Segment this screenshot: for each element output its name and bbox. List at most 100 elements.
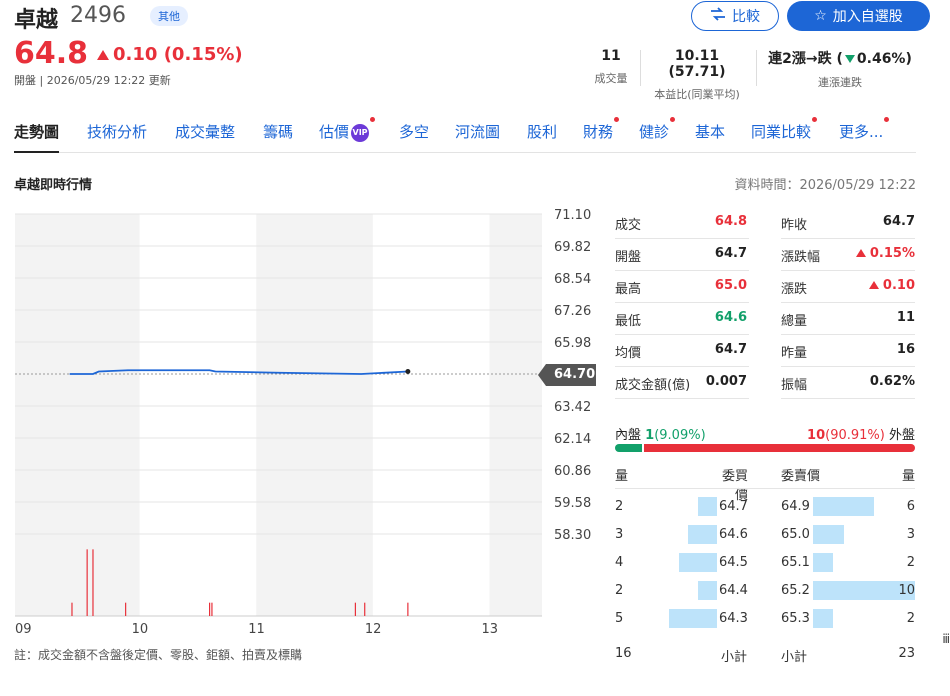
row-divider xyxy=(781,398,915,399)
up-arrow-icon xyxy=(97,50,109,60)
quote-row: 均價 64.7 昨量 16 xyxy=(615,335,915,367)
quote-value: 64.6 xyxy=(714,310,747,325)
tab-peer-compare[interactable]: 同業比較 xyxy=(751,117,818,153)
y-tick-label: 67.26 xyxy=(554,304,591,319)
ask-qty: 3 xyxy=(906,527,915,542)
quote-row: 成交金額(億) 0.007 振幅 0.62% xyxy=(615,367,915,399)
chart-background-band xyxy=(139,214,257,616)
ask-total-label: 小計 xyxy=(781,650,808,665)
quote-row: 最高 65.0 漲跌 0.10 xyxy=(615,271,915,303)
quote-label: 漲跌幅 xyxy=(781,250,821,265)
quote-value: 0.007 xyxy=(705,374,747,389)
tab-long-short[interactable]: 多空 xyxy=(399,121,429,153)
y-tick-label: 71.10 xyxy=(554,208,591,223)
up-arrow-icon xyxy=(855,249,866,257)
tab-valuation[interactable]: 估價 VIP xyxy=(319,117,376,153)
quote-label: 振幅 xyxy=(781,378,808,393)
divider xyxy=(756,50,757,86)
y-tick-label: 59.58 xyxy=(554,496,591,511)
quote-value: 64.8 xyxy=(714,214,747,229)
notification-dot xyxy=(614,117,620,122)
add-watchlist-button[interactable]: ☆ 加入自選股 xyxy=(787,1,930,31)
inner-label: 內盤 xyxy=(615,428,642,443)
notification-dot xyxy=(670,117,676,122)
tab-trend[interactable]: 走勢圖 xyxy=(14,121,60,153)
tab-chips[interactable]: 籌碼 xyxy=(263,121,293,153)
bid-volume-bar xyxy=(697,497,717,516)
ask-price: 65.1 xyxy=(781,555,810,570)
pe-stat: 10.11 (57.71) 本益比(同業平均) xyxy=(644,48,750,102)
chart-background-band xyxy=(15,214,140,616)
quote-label: 成交 xyxy=(615,218,642,233)
stock-code: 2496 xyxy=(70,3,126,28)
quote-value: 65.0 xyxy=(714,278,747,293)
volume-stat: 11 成交量 xyxy=(588,48,634,86)
pe-value: 10.11 (57.71) xyxy=(668,48,726,80)
quote-label: 最高 xyxy=(615,282,642,297)
tab-diagnosis[interactable]: 健診 xyxy=(639,117,676,153)
bid-price: 64.6 xyxy=(719,527,748,542)
y-tick-label: 62.14 xyxy=(554,432,591,447)
quote-value: 64.7 xyxy=(882,214,915,229)
inner-value: 1 xyxy=(645,428,655,443)
tab-technical[interactable]: 技術分析 xyxy=(87,121,147,153)
bid-volume-bar xyxy=(669,609,717,628)
ask-volume-bar xyxy=(813,609,834,628)
header-divider xyxy=(615,488,915,489)
tab-transactions[interactable]: 成交彙整 xyxy=(175,121,235,153)
ask-volume-bar xyxy=(813,497,875,516)
tab-basic[interactable]: 基本 xyxy=(695,121,725,153)
ask-price: 64.9 xyxy=(781,499,810,514)
change-value: 0.10 xyxy=(113,44,158,65)
y-tick-label: 68.54 xyxy=(554,272,591,287)
down-arrow-icon xyxy=(844,55,855,63)
ask-qty: 6 xyxy=(906,499,915,514)
quote-value: 11 xyxy=(896,310,915,325)
chart-background-band xyxy=(256,214,373,616)
quote-value: 0.62% xyxy=(869,374,915,389)
ask-price: 65.3 xyxy=(781,611,810,626)
market-status: 開盤 | 2026/05/29 12:22 更新 xyxy=(14,74,171,87)
ask-total: 23 xyxy=(898,646,915,661)
bid-volume-bar xyxy=(678,553,717,572)
stock-name: 卓越 xyxy=(14,8,59,33)
footnote: 註：成交金額不含盤後定價、零股、鉅額、拍賣及標購 xyxy=(14,648,303,662)
volume-label: 成交量 xyxy=(594,72,628,85)
quote-label: 最低 xyxy=(615,314,642,329)
tab-dividend[interactable]: 股利 xyxy=(527,121,557,153)
notification-dot xyxy=(812,117,818,122)
ask-qty: 10 xyxy=(898,583,915,598)
ask-volume-bar xyxy=(813,553,834,572)
outer-volume: 10(90.91%) 外盤 xyxy=(807,424,915,443)
compare-button[interactable]: 比較 xyxy=(691,1,779,31)
outer-label: 外盤 xyxy=(888,428,915,443)
quote-value: 0.15% xyxy=(855,246,915,261)
y-tick-label: 60.86 xyxy=(554,464,591,479)
tab-more[interactable]: 更多... xyxy=(839,117,890,153)
data-timestamp: 資料時間：2026/05/29 12:22 xyxy=(734,178,916,193)
quote-table: 成交 64.8 昨收 64.7 開盤 64.7 漲跌幅 0.15% 最高 65.0 漲跌 0.10 最低… xyxy=(615,207,915,407)
current-price-tag: 64.70 xyxy=(538,364,596,386)
edge-mark: ⅲ xyxy=(942,632,950,646)
ask-price: 65.0 xyxy=(781,527,810,542)
quote-row: 成交 64.8 昨收 64.7 xyxy=(615,207,915,239)
tab-financial[interactable]: 財務 xyxy=(583,117,620,153)
bid-total-label: 小計 xyxy=(721,650,748,665)
category-badge[interactable]: 其他 xyxy=(150,6,188,26)
bid-volume-bar xyxy=(697,581,717,600)
bid-qty: 2 xyxy=(615,583,624,598)
change-percent: (0.15%) xyxy=(163,44,243,65)
tab-river-chart[interactable]: 河流圖 xyxy=(455,121,500,153)
inner-outer-ratio-bar xyxy=(615,444,915,452)
quote-label: 漲跌 xyxy=(781,282,808,297)
x-tick-label: 09 xyxy=(15,622,32,637)
y-tick-label: 69.82 xyxy=(554,240,591,255)
bid-price: 64.5 xyxy=(719,555,748,570)
outer-pct: (90.91%) xyxy=(825,428,885,443)
inner-ratio-fill xyxy=(615,444,643,452)
ask-volume-bar xyxy=(813,525,844,544)
quote-value: 64.7 xyxy=(714,246,747,261)
intraday-chart[interactable]: 71.10 69.82 68.54 67.26 65.98 63.42 62.14 60.86… xyxy=(0,200,600,640)
notification-dot xyxy=(370,117,376,122)
compare-label: 比較 xyxy=(732,9,760,25)
